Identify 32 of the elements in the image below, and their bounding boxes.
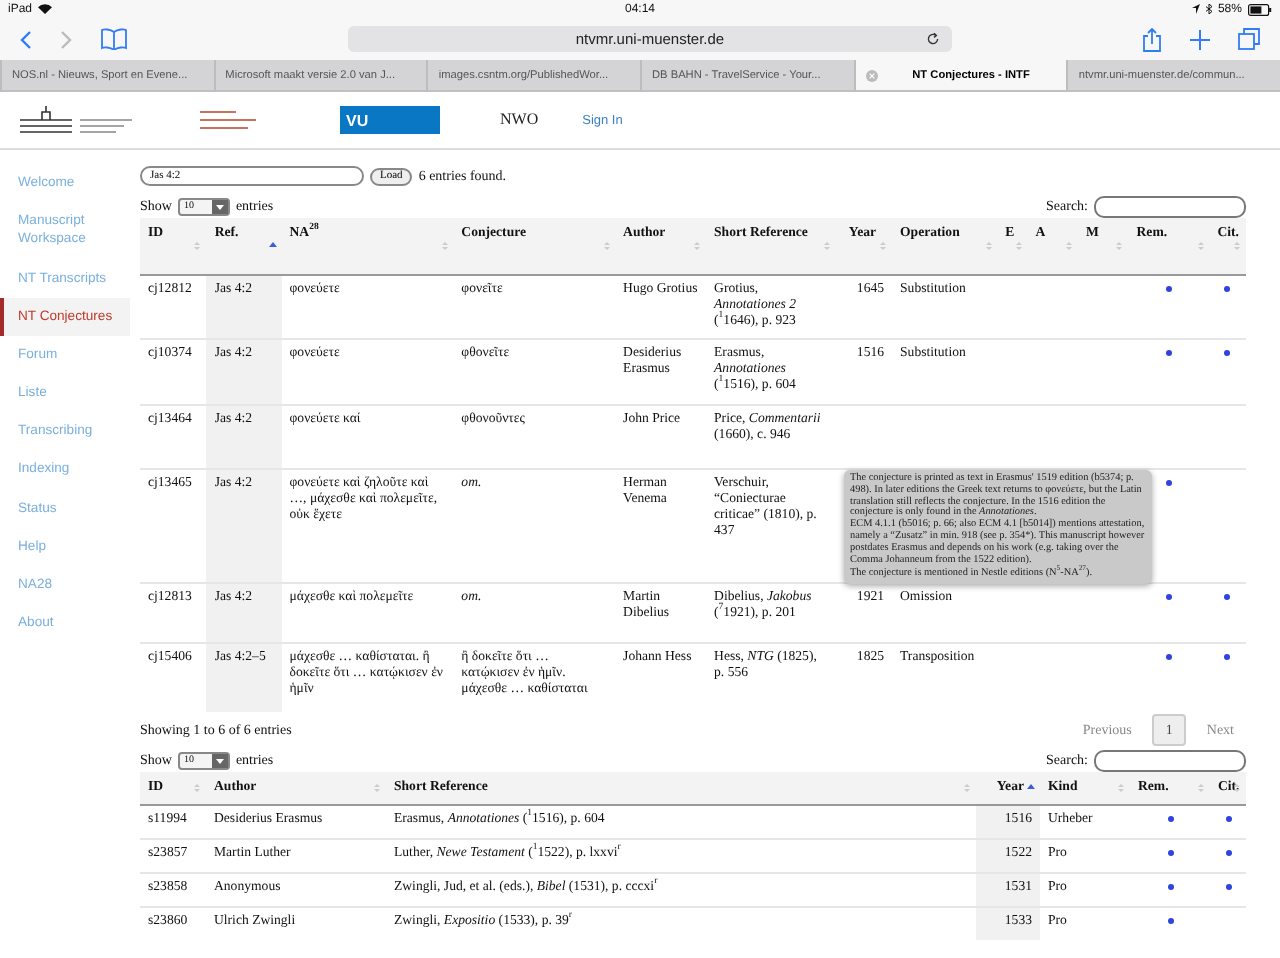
dot-icon[interactable]	[1167, 815, 1173, 821]
dot-icon[interactable]	[1167, 917, 1173, 923]
share-icon[interactable]	[1142, 27, 1162, 51]
dot-icon[interactable]	[1165, 479, 1172, 485]
bluetooth-icon	[1205, 4, 1212, 14]
tabs-icon[interactable]	[1238, 28, 1260, 50]
reload-icon[interactable]	[926, 32, 940, 46]
dot-icon[interactable]	[1225, 883, 1231, 889]
dot-icon[interactable]	[1165, 593, 1172, 599]
dropdown-arrow-icon	[211, 753, 228, 767]
wifi-icon	[38, 4, 53, 14]
book-icon[interactable]	[100, 28, 128, 50]
dot-icon[interactable]	[1224, 349, 1231, 355]
nwo-logo: NWO	[500, 112, 539, 128]
dropdown-arrow-icon	[211, 199, 228, 213]
plus-icon[interactable]	[1190, 29, 1210, 49]
dot-icon[interactable]	[1224, 593, 1231, 599]
dot-icon[interactable]	[1167, 883, 1173, 889]
dot-icon[interactable]	[1165, 285, 1172, 291]
search-field[interactable]	[1094, 195, 1246, 217]
battery-icon	[1247, 3, 1272, 15]
back-icon[interactable]	[20, 29, 32, 49]
dot-icon[interactable]	[1225, 815, 1231, 821]
vu-logo: VU	[340, 106, 440, 134]
dot-icon[interactable]	[1167, 849, 1173, 855]
dot-icon[interactable]	[1224, 653, 1231, 659]
search-field[interactable]	[1094, 749, 1246, 771]
dot-icon[interactable]	[1165, 349, 1172, 355]
location-icon	[1191, 4, 1200, 14]
dot-icon[interactable]	[1165, 653, 1172, 659]
dot-icon[interactable]	[1224, 285, 1231, 291]
dot-icon[interactable]	[1225, 849, 1231, 855]
